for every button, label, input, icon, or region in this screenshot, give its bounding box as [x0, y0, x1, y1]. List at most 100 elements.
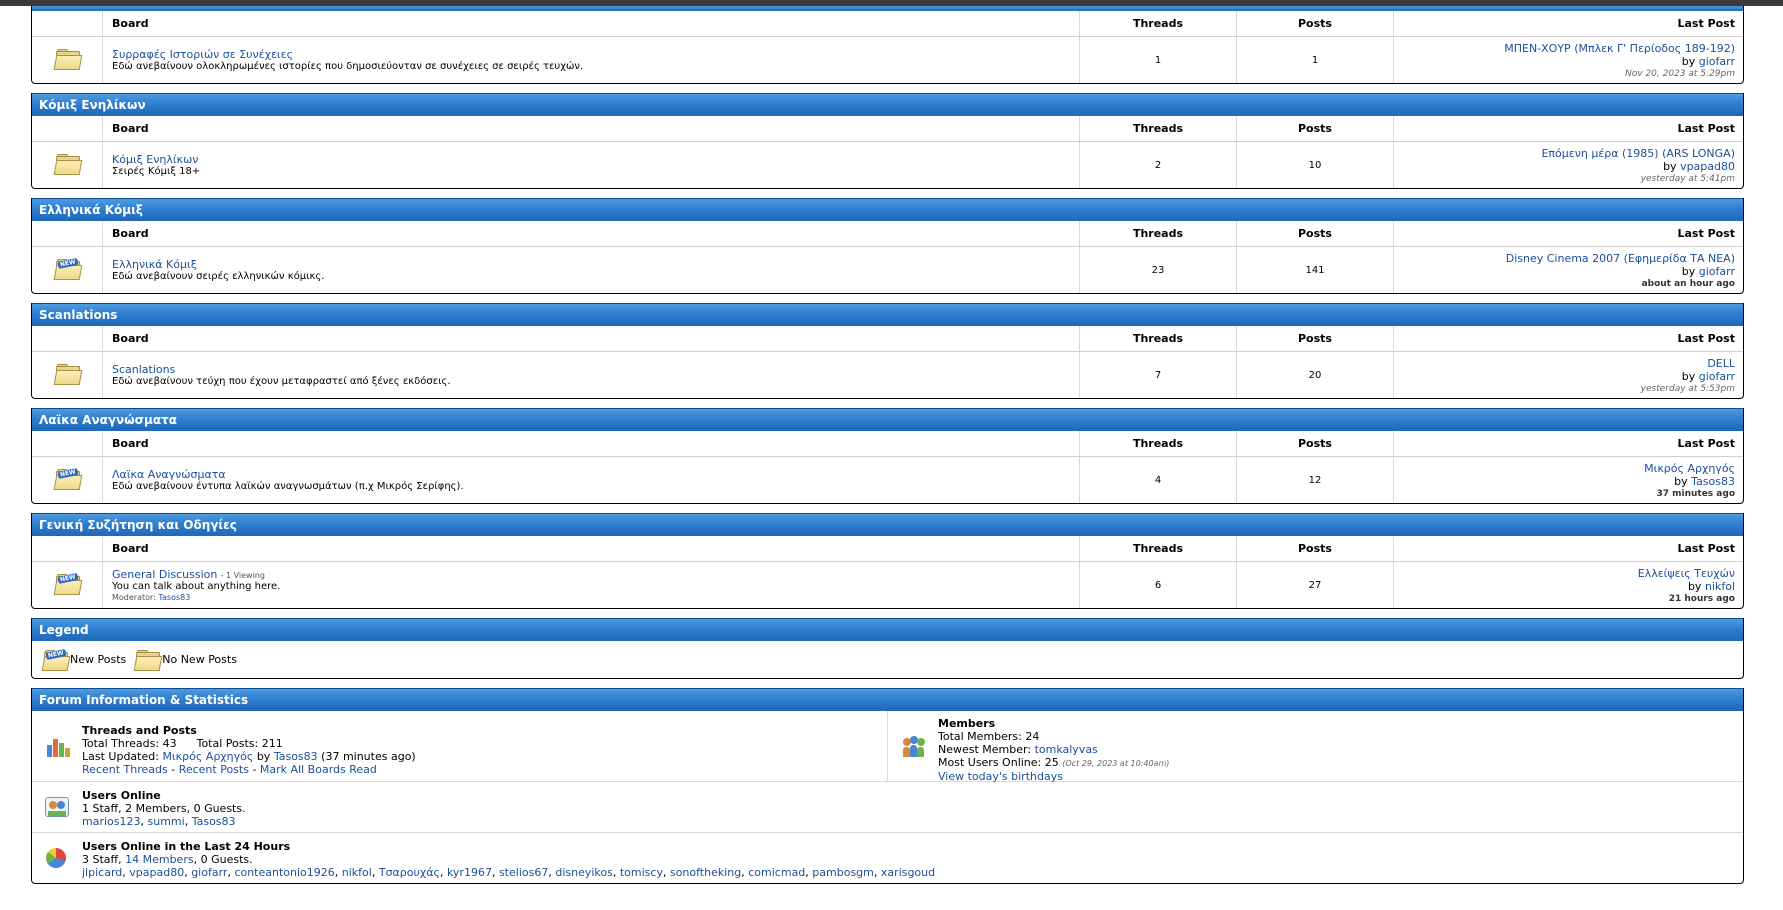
online-24h-members-link[interactable]: 14 Members: [125, 853, 193, 866]
online-24h-user-link[interactable]: vpapad80: [129, 866, 184, 879]
boards-table: Board Threads Posts Last Post Scanlations Εδώ…: [32, 326, 1743, 398]
posts-count: 12: [1236, 456, 1394, 503]
total-members: Total Members: 24: [938, 730, 1040, 743]
last-post-user-link[interactable]: giofarr: [1699, 370, 1735, 383]
last-post-user-link[interactable]: giofarr: [1699, 265, 1735, 278]
board-description: You can talk about anything here.: [112, 580, 281, 592]
online-24h-user-link[interactable]: comicmad: [748, 866, 805, 879]
last-post-time: 21 hours ago: [1668, 593, 1735, 604]
last-post-user-link[interactable]: giofarr: [1699, 55, 1735, 68]
category-3: Scanlations Board Threads Posts Last Post Sca…: [31, 303, 1744, 399]
board-cell: Λαϊκα Αναγνώσματα Εδώ ανεβαίνουν έντυπα λ…: [102, 456, 1080, 503]
posts-header: Posts: [1236, 431, 1394, 457]
threads-count: 2: [1079, 141, 1237, 188]
category-5: Γενική Συζήτηση και Οδηγίες Board Threads P…: [31, 513, 1744, 609]
folder-icon: [53, 48, 83, 70]
last-post-by: by giofarr: [1681, 369, 1735, 383]
icon-header: [32, 431, 103, 457]
last-updated-thread-link[interactable]: Μικρός Αρχηγός: [162, 750, 253, 763]
posts-count: 20: [1236, 351, 1394, 398]
online-24h-list: jlpicard, vpapad80, giofarr, conteantoni…: [82, 866, 936, 879]
newest-member-link[interactable]: tomkalyvas: [1035, 743, 1098, 756]
boards-table: Board Threads Posts Last Post NEW Ελληνικά Κό…: [32, 221, 1743, 293]
last-post-time: Nov 20, 2023 at 5:29pm: [1625, 68, 1735, 79]
last-post-header: Last Post: [1393, 326, 1743, 352]
members-heading: Members: [938, 717, 996, 730]
online-24h-heading: Users Online in the Last 24 Hours: [82, 840, 291, 853]
board-header: Board: [102, 11, 1080, 37]
online-24h-user-link[interactable]: tomiscy: [620, 866, 663, 879]
table-row: Συρραφές Ιστοριών σε Συνέχειες Εδώ ανεβαί…: [32, 36, 1743, 83]
forum-stats-box: Forum Information & Statistics Threads an…: [31, 688, 1744, 884]
last-post-link[interactable]: Ελλείψεις Τευχών: [1638, 567, 1735, 580]
last-post-link[interactable]: Μικρός Αρχηγός: [1644, 462, 1735, 475]
folder-cell: NEW: [32, 561, 103, 608]
last-post-user-link[interactable]: nikfol: [1705, 580, 1735, 593]
recent-posts-link[interactable]: Recent Posts: [179, 763, 249, 776]
last-post-link[interactable]: ΜΠΕΝ-ΧΟΥΡ (Μπλεκ Γ' Περίοδος 189-192): [1504, 42, 1735, 55]
category-title[interactable]: Κόμιξ Ενηλίκων: [32, 93, 1743, 116]
posts-header: Posts: [1236, 221, 1394, 247]
online-user-link[interactable]: summi: [148, 815, 185, 828]
board-link[interactable]: Λαϊκα Αναγνώσματα: [112, 468, 226, 481]
category-title[interactable]: Γενική Συζήτηση και Οδηγίες: [32, 513, 1743, 536]
stats-row-1: Threads and Posts Total Threads: 43 Total …: [32, 711, 1743, 783]
moderator-link[interactable]: Tasos83: [158, 593, 190, 602]
last-post-link[interactable]: Disney Cinema 2007 (Εφημερίδα ΤΑ ΝΕΑ): [1506, 252, 1735, 265]
last-post-link[interactable]: DELL: [1707, 357, 1735, 370]
total-threads: Total Threads: 43: [82, 737, 177, 750]
online-24h-user-link[interactable]: conteantonio1926: [234, 866, 334, 879]
online-24h-user-link[interactable]: stelios67: [499, 866, 548, 879]
board-link[interactable]: Κόμιξ Ενηλίκων: [112, 153, 198, 166]
online-24h-user-link[interactable]: kyr1967: [447, 866, 492, 879]
legend-title: Legend: [32, 618, 1743, 641]
folder-icon: [53, 363, 83, 385]
online-24h-staff: 3 Staff,: [82, 853, 122, 866]
last-post-user-link[interactable]: vpapad80: [1680, 160, 1735, 173]
most-online-time: (Oct 29, 2023 at 10:40am): [1062, 759, 1170, 768]
online-24h-user-link[interactable]: pambosgm: [812, 866, 874, 879]
online-24h-user-link[interactable]: xarisgoud: [881, 866, 935, 879]
stats-title: Forum Information & Statistics: [32, 688, 1743, 711]
posts-header: Posts: [1236, 116, 1394, 142]
board-link[interactable]: Συρραφές Ιστοριών σε Συνέχειες: [112, 48, 293, 61]
online-user-link[interactable]: Tasos83: [192, 815, 236, 828]
folder-cell: [32, 351, 103, 398]
icon-header: [32, 326, 103, 352]
board-description: Εδώ ανεβαίνουν έντυπα λαϊκών αναγνωσμάτω…: [112, 481, 464, 492]
category-title[interactable]: Λαϊκα Αναγνώσματα: [32, 408, 1743, 431]
online-24h-user-link[interactable]: Τσαρουχάς: [379, 866, 440, 879]
last-post-cell: Ελλείψεις Τευχών by nikfol 21 hours ago: [1394, 562, 1744, 609]
last-post-user-link[interactable]: Tasos83: [1691, 475, 1735, 488]
online-user-link[interactable]: marios123: [82, 815, 141, 828]
mark-all-read-link[interactable]: Mark All Boards Read: [260, 763, 377, 776]
online-24h-user-link[interactable]: disneyikos: [555, 866, 613, 879]
folder-cell: [32, 141, 103, 188]
category-title[interactable]: Scanlations: [32, 303, 1743, 326]
folder-cell: NEW: [32, 246, 103, 293]
members-section: Members Total Members: 24 Newest Member: t…: [887, 711, 1743, 783]
birthdays-link[interactable]: View today's birthdays: [938, 770, 1169, 783]
last-post-link[interactable]: Επόμενη μέρα (1985) (ARS LONGA): [1541, 147, 1735, 160]
last-post-cell: Μικρός Αρχηγός by Tasos83 37 minutes ago: [1394, 457, 1744, 504]
boards-table: Board Threads Posts Last Post NEW General Dis…: [32, 536, 1743, 608]
last-post-cell: Disney Cinema 2007 (Εφημερίδα ΤΑ ΝΕΑ) by …: [1394, 247, 1744, 294]
threads-count: 7: [1079, 351, 1237, 398]
online-24h-user-link[interactable]: nikfol: [342, 866, 372, 879]
board-link[interactable]: Ελληνικά Κόμιξ: [112, 258, 197, 271]
online-24h-user-link[interactable]: sonoftheking: [670, 866, 741, 879]
recent-threads-link[interactable]: Recent Threads: [82, 763, 168, 776]
last-updated-time: (37 minutes ago): [321, 750, 416, 763]
online-24h-user-link[interactable]: jlpicard: [82, 866, 122, 879]
category-title[interactable]: Ελληνικά Κόμιξ: [32, 198, 1743, 221]
board-description: Σειρές Κόμιξ 18+: [112, 166, 201, 177]
online-24h-user-link[interactable]: giofarr: [191, 866, 227, 879]
table-row: NEW Ελληνικά Κόμιξ Εδώ ανεβαίνουν σειρές ε…: [32, 246, 1744, 294]
board-link[interactable]: Scanlations: [112, 363, 175, 376]
last-post-by: by giofarr: [1681, 54, 1735, 68]
board-link[interactable]: General Discussion: [112, 568, 217, 581]
boards-table: Board Threads Posts Last Post Συρραφές Ιστορ…: [32, 11, 1743, 83]
icon-header: [32, 116, 103, 142]
threads-count: 1: [1079, 36, 1237, 83]
last-updated-user-link[interactable]: Tasos83: [274, 750, 318, 763]
